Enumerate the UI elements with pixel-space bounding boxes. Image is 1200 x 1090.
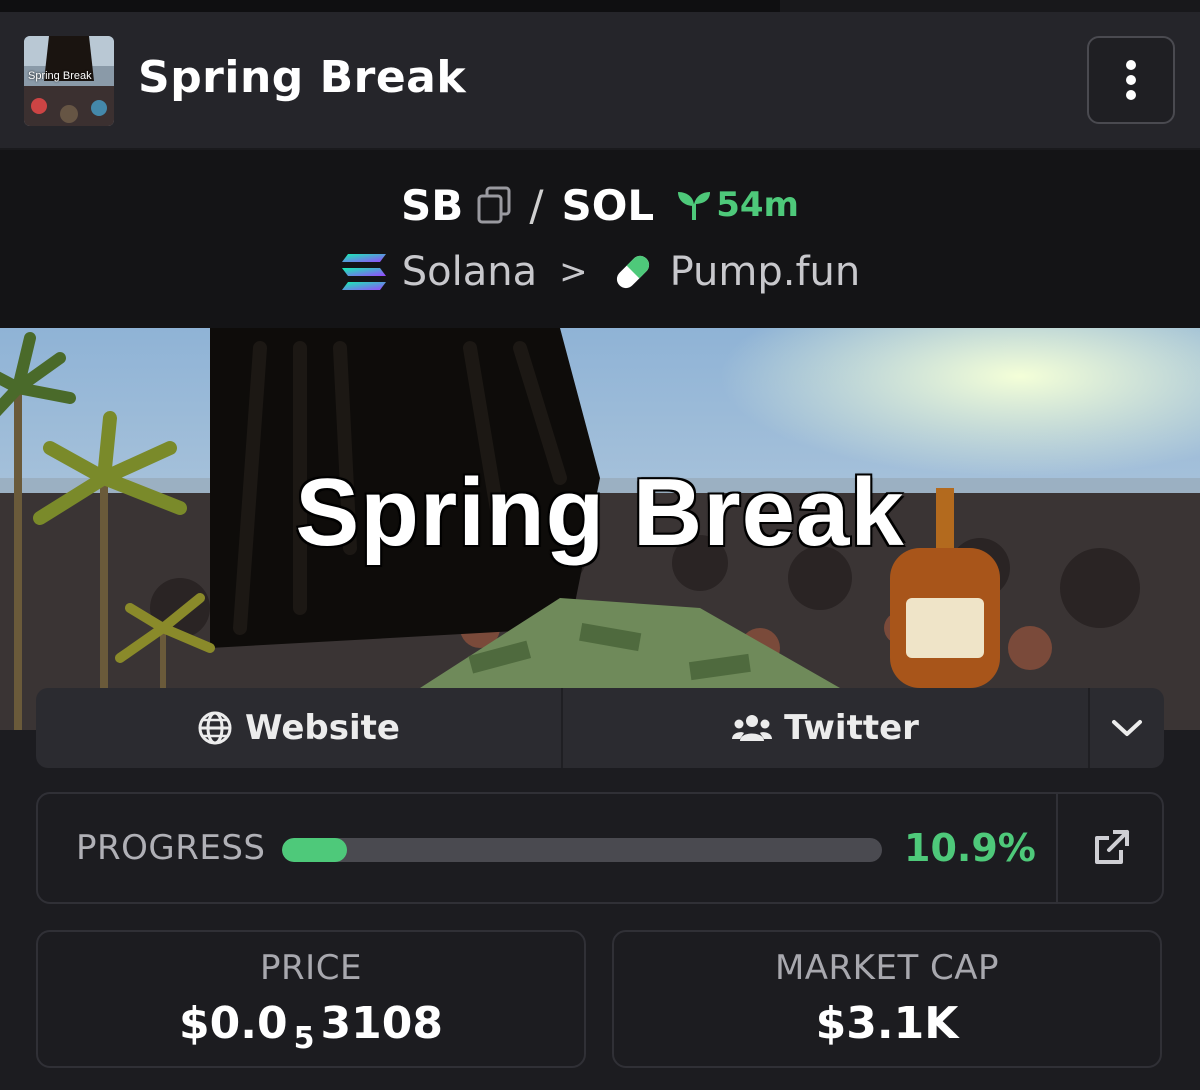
- expand-links-button[interactable]: [1090, 688, 1164, 768]
- progress-fill: [282, 838, 348, 862]
- price-main: $0.0: [179, 998, 288, 1049]
- page-title: Spring Break: [138, 52, 467, 103]
- pair-age: 54m: [676, 185, 799, 225]
- progress-value: 10.9%: [904, 826, 1036, 870]
- website-button[interactable]: Website: [36, 688, 563, 768]
- progress-label: PROGRESS: [76, 828, 266, 868]
- pill-icon[interactable]: [610, 249, 656, 295]
- chain-chevron: >: [559, 252, 588, 292]
- pair-separator: /: [529, 180, 544, 230]
- age-text: 54m: [716, 185, 799, 225]
- price-card: PRICE $0.0 5 3108: [36, 930, 586, 1068]
- banner-title: Spring Break: [295, 459, 905, 566]
- avatar-text: Spring Break: [28, 70, 92, 82]
- chevron-down-icon: [1112, 720, 1142, 736]
- dex-name[interactable]: Pump.fun: [670, 249, 861, 295]
- token-avatar: Spring Break: [24, 36, 114, 126]
- users-icon: [732, 715, 773, 741]
- external-link-icon: [1095, 830, 1129, 864]
- chain-name[interactable]: Solana: [402, 249, 537, 295]
- more-options-button[interactable]: [1087, 36, 1175, 124]
- header: Spring Break Spring Break: [0, 12, 1200, 150]
- links-bar: Website Twitter: [36, 688, 1164, 768]
- top-strip: [0, 0, 1200, 12]
- copy-icon[interactable]: [477, 186, 511, 224]
- sprout-icon: [678, 192, 711, 220]
- quote-symbol: SOL: [561, 180, 655, 230]
- twitter-button[interactable]: Twitter: [563, 688, 1090, 768]
- token-banner: Spring Break: [0, 328, 1200, 730]
- market-cap-card: MARKET CAP $3.1K: [612, 930, 1162, 1068]
- market-cap-label: MARKET CAP: [774, 948, 1000, 988]
- price-value: $0.0 5 3108: [38, 998, 584, 1056]
- price-digits: 3108: [320, 998, 443, 1049]
- price-zero-count: 5: [293, 1021, 315, 1056]
- twitter-label: Twitter: [784, 708, 919, 748]
- website-label: Website: [245, 708, 400, 748]
- more-vertical-icon: [1126, 60, 1136, 100]
- price-label: PRICE: [260, 948, 362, 988]
- globe-icon: [198, 711, 232, 745]
- solana-icon[interactable]: [340, 252, 388, 292]
- pair-info: SB / SOL 54m Solana > Pump.fun: [0, 150, 1200, 328]
- progress-bar: [282, 838, 882, 862]
- open-external-button[interactable]: [1056, 794, 1164, 902]
- base-symbol: SB: [401, 180, 464, 230]
- progress-card: PROGRESS 10.9%: [36, 792, 1164, 904]
- market-cap-value: $3.1K: [815, 998, 959, 1049]
